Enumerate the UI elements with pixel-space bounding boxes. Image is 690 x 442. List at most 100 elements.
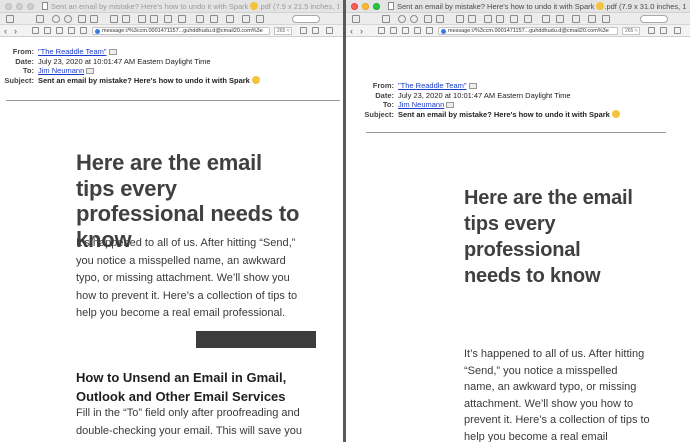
section-body: Fill in the “To” field only after proofr… [76,407,303,437]
search-icon[interactable] [68,27,75,34]
zoom-button[interactable] [373,3,380,10]
tabs-icon[interactable] [326,27,333,34]
border-color-icon[interactable] [196,15,204,23]
rotate-icon[interactable] [456,15,464,23]
crop-icon[interactable] [256,15,264,23]
sidebar-icon[interactable] [660,27,667,34]
search-icon[interactable] [414,27,421,34]
reader-icon[interactable] [378,27,385,34]
shapes-icon[interactable] [496,15,504,23]
document-info-icon[interactable] [382,15,390,23]
share-icon[interactable] [424,15,432,23]
text-style-icon[interactable] [572,15,580,23]
zoom-in-icon[interactable] [64,15,72,23]
reader-icon[interactable] [32,27,39,34]
header-to-row: To: Jim Neumann [0,66,260,76]
globe-icon [95,29,100,34]
fill-color-icon[interactable] [556,15,564,23]
header-divider [6,100,340,101]
subject-value: Sent an email by mistake? Here's how to … [398,109,610,119]
pages-icon[interactable] [390,27,397,34]
close-button[interactable] [5,3,12,10]
date-label: Date: [15,56,34,66]
minimize-button[interactable] [16,3,23,10]
header-from-row: From: "The Readdle Team" [0,47,260,57]
header-date-row: Date: July 23, 2020 at 10:01:47 AM Easte… [360,91,620,101]
close-button[interactable] [351,3,358,10]
search-field[interactable] [640,15,668,23]
zoom-select[interactable]: 265 ≈ [274,27,293,35]
url-field[interactable]: message://%3ccm.0001471157...guhddhudu.d… [92,27,270,35]
toolbar [346,13,690,25]
font-icon[interactable] [524,15,532,23]
sign-icon[interactable] [510,15,518,23]
bookmark-icon[interactable] [426,27,433,34]
text-icon[interactable] [484,15,492,23]
rotate-icon[interactable] [110,15,118,23]
tabs-icon[interactable] [674,27,681,34]
zoom-in-icon[interactable] [410,15,418,23]
email-header: From: "The Readdle Team" Date: July 23, … [360,81,620,119]
forward-button[interactable]: › [14,25,17,37]
markup-icon[interactable] [468,15,476,23]
sidebar-icon[interactable] [312,27,319,34]
share-icon[interactable] [300,27,307,34]
share-icon[interactable] [78,15,86,23]
sidebar-toggle-icon[interactable] [352,15,360,23]
subject-label: Subject: [364,109,394,119]
title-bar[interactable]: Sent an email by mistake? Here's how to … [0,0,343,13]
raising-hands-emoji-icon [251,75,260,84]
pages-icon[interactable] [44,27,51,34]
sender-link[interactable]: "The Readdle Team" [398,81,467,90]
subject-label: Subject: [4,75,34,85]
zoom-button[interactable] [27,3,34,10]
url-field[interactable]: message://%3ccm.0001471157...guhddhudu.d… [438,27,618,35]
fill-color-icon[interactable] [210,15,218,23]
address-bar: ‹ › message://%3ccm.0001471157...guhddhu… [346,25,690,37]
window-title: Sent an email by mistake? Here's how to … [388,1,686,12]
zoom-out-icon[interactable] [398,15,406,23]
email-header: From: "The Readdle Team" Date: July 23, … [0,47,260,85]
date-label: Date: [375,90,394,100]
markup-icon[interactable] [122,15,130,23]
font-icon[interactable] [178,15,186,23]
back-button[interactable]: ‹ [350,25,353,37]
grid-icon[interactable] [56,27,63,34]
pdf-window-right: Sent an email by mistake? Here's how to … [346,0,690,442]
forward-button[interactable]: › [360,25,363,37]
pdf-page: From: "The Readdle Team" Date: July 23, … [346,38,690,442]
back-button[interactable]: ‹ [4,25,7,37]
sender-link[interactable]: "The Readdle Team" [38,47,107,56]
search-field[interactable] [292,15,320,23]
crop-icon[interactable] [602,15,610,23]
document-icon [42,2,48,10]
header-date-row: Date: July 23, 2020 at 10:01:47 AM Easte… [0,57,260,67]
article-intro: It’s happened to all of us. After hittin… [464,348,650,442]
border-color-icon[interactable] [542,15,550,23]
shapes-icon[interactable] [150,15,158,23]
zoom-select[interactable]: 265 ≈ [622,27,641,35]
rotate-left-icon[interactable] [588,15,596,23]
text-icon[interactable] [138,15,146,23]
window-controls [351,3,380,10]
share-icon[interactable] [648,27,655,34]
document-info-icon[interactable] [36,15,44,23]
cta-button[interactable] [196,331,316,348]
window-controls [5,3,34,10]
text-style-icon[interactable] [226,15,234,23]
sign-icon[interactable] [164,15,172,23]
highlight-icon[interactable] [436,15,444,23]
bookmark-icon[interactable] [80,27,87,34]
minimize-button[interactable] [362,3,369,10]
rotate-left-icon[interactable] [242,15,250,23]
zoom-out-icon[interactable] [52,15,60,23]
header-from-row: From: "The Readdle Team" [360,81,620,91]
recipient-link[interactable]: Jim Neumann [398,100,444,109]
highlight-icon[interactable] [90,15,98,23]
sidebar-toggle-icon[interactable] [6,15,14,23]
date-value: July 23, 2020 at 10:01:47 AM Eastern Day… [38,56,211,66]
recipient-link[interactable]: Jim Neumann [38,66,84,75]
grid-icon[interactable] [402,27,409,34]
title-bar[interactable]: Sent an email by mistake? Here's how to … [346,0,690,13]
header-to-row: To: Jim Neumann [360,100,620,110]
